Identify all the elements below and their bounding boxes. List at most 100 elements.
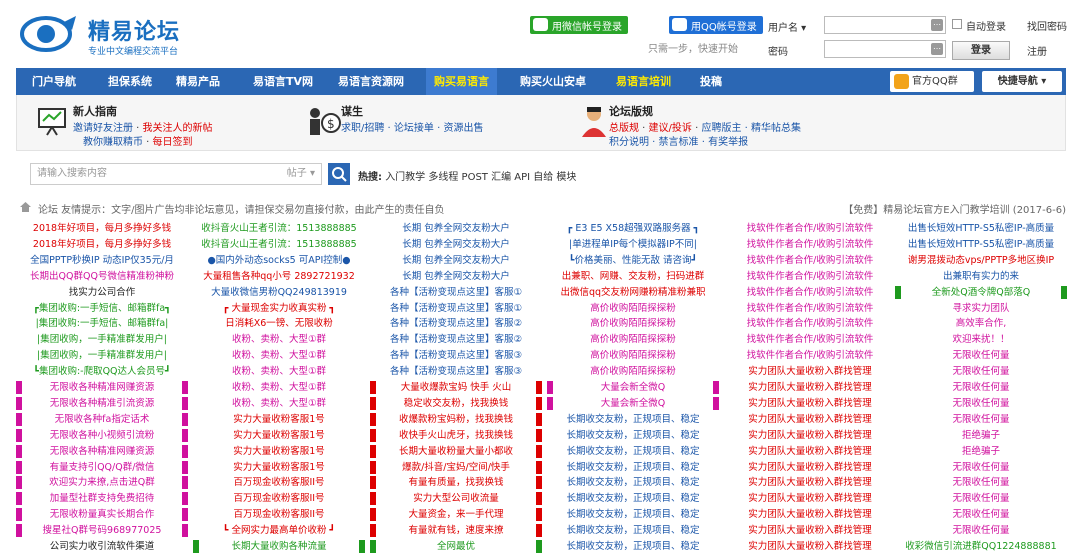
keyboard-icon[interactable]: ⋯ bbox=[931, 43, 943, 55]
ad-link[interactable]: 高价收购陌陌探探粉 bbox=[547, 302, 719, 315]
ad-link[interactable]: 大量会新全微Q bbox=[547, 381, 719, 394]
wechat-login-button[interactable]: 用微信帐号登录 bbox=[530, 16, 628, 34]
ad-link[interactable]: 出兼职有实力的来 bbox=[895, 270, 1067, 283]
ad-link[interactable]: 实力大量收粉客服1号 bbox=[193, 461, 365, 474]
ad-link[interactable]: 实力大量收粉客服1号 bbox=[193, 445, 365, 458]
ad-link[interactable]: 全网最优 bbox=[370, 540, 542, 553]
ad-link[interactable]: 长期 包养全网交友粉大户 bbox=[370, 270, 542, 283]
ad-link[interactable]: 百万现金收粉客服II号 bbox=[193, 492, 365, 505]
nav-submit[interactable]: 投稿 bbox=[700, 68, 722, 95]
nav-buy-huoshan[interactable]: 购买火山安卓 bbox=[520, 68, 586, 95]
ad-link[interactable]: 实力大型公司收流量 bbox=[370, 492, 542, 506]
ad-link[interactable]: ┗价格美丽、性能无敌 请咨询┛ bbox=[547, 254, 719, 267]
ad-link[interactable]: 长期大量收购各种流量 bbox=[193, 540, 365, 553]
ad-link[interactable]: 实力团队大量收粉入群找管理 bbox=[724, 508, 896, 521]
ad-link[interactable]: 无限收粉量真实长期合作 bbox=[16, 508, 188, 522]
ad-link[interactable]: 稳定收交友粉，找我换钱 bbox=[370, 396, 542, 410]
search-input[interactable]: 请输入搜索内容 帖子 ▾ bbox=[30, 163, 322, 185]
ad-link[interactable]: 无限收任何量 bbox=[895, 508, 1067, 521]
username-input[interactable]: ⋯ bbox=[824, 16, 946, 34]
ad-link[interactable]: 找实力公司合作 bbox=[16, 286, 188, 299]
ad-link[interactable]: 无限收各种fa指定话术 bbox=[16, 412, 188, 426]
ad-link[interactable]: 长期收交友粉，正规项目、稳定 bbox=[547, 508, 719, 521]
ad-link[interactable]: 找软件作者合作/收购引流软件 bbox=[724, 302, 896, 315]
ad-link[interactable]: 找软件作者合作/收购引流软件 bbox=[724, 222, 896, 235]
ad-link[interactable]: 长期收交友粉，正规项目、稳定 bbox=[547, 429, 719, 442]
quick-nav-dropdown[interactable]: 快捷导航 ▾ bbox=[982, 71, 1062, 92]
ad-link[interactable]: 加量型社群支持免费招待 bbox=[16, 492, 188, 506]
ad-link[interactable]: 无限收任何量 bbox=[895, 492, 1067, 505]
nav-portal[interactable]: 门户导航 bbox=[32, 68, 76, 95]
nav-tv[interactable]: 易语言TV网 bbox=[253, 68, 313, 95]
ad-link[interactable]: 长期收交友粉，正规项目、稳定 bbox=[547, 461, 719, 474]
ad-link[interactable]: 收粉、卖粉、大型①群 bbox=[193, 397, 365, 410]
ad-link[interactable]: 无限收各种小视频引流粉 bbox=[16, 428, 188, 442]
ad-link[interactable]: 大量资金，来一手代理 bbox=[370, 508, 542, 522]
ad-link[interactable]: 无限收任何量 bbox=[895, 524, 1067, 537]
ad-link[interactable]: 实力团队大量收粉入群找管理 bbox=[724, 461, 896, 474]
ad-link[interactable]: 欢迎实力来撩,点击进Q群 bbox=[16, 476, 188, 490]
ad-link[interactable]: 实力团队大量收粉入群找管理 bbox=[724, 524, 896, 537]
ad-link[interactable]: 收粉、卖粉、大型①群 bbox=[193, 381, 365, 394]
ad-link[interactable]: 收彩微信引流进群QQ1224888881 bbox=[895, 540, 1067, 553]
ad-link[interactable]: 长期 包养全网交友粉大户 bbox=[370, 238, 542, 251]
ad-link[interactable]: 高价收购陌陌探探粉 bbox=[547, 365, 719, 378]
earn-coins-link[interactable]: 教你赚取精币 bbox=[83, 137, 143, 148]
ad-link[interactable]: ┗集团收购:-爬取QQ达人会员号┛ bbox=[16, 365, 188, 378]
ad-link[interactable]: 无限收各种精准网赚资源 bbox=[16, 381, 188, 394]
ad-link[interactable]: 各种【活粉变现点这里】客服② bbox=[370, 317, 542, 330]
ad-link[interactable]: 搜星社Q群号码968977025 bbox=[16, 524, 188, 538]
training-announcement[interactable]: 【免费】精易论坛官方E入门教学培训 (2017-6-6) bbox=[843, 201, 1066, 216]
ad-link[interactable]: 百万现金收粉客服II号 bbox=[193, 476, 365, 489]
ad-link[interactable]: 百万现金收粉客服II号 bbox=[193, 508, 365, 521]
ad-link[interactable]: 收粉、卖粉、大型①群 bbox=[193, 349, 365, 362]
nav-buy-eyuyan[interactable]: 购买易语言 bbox=[426, 68, 497, 95]
find-password-link[interactable]: 找回密码 bbox=[1027, 18, 1067, 33]
ad-link[interactable]: 收粉、卖粉、大型①群 bbox=[193, 333, 365, 346]
ad-link[interactable]: 实力团队大量收粉入群找管理 bbox=[724, 540, 896, 553]
ad-link[interactable]: 拒绝骗子 bbox=[895, 445, 1067, 458]
ad-link[interactable]: 长期收交友粉，正规项目、稳定 bbox=[547, 524, 719, 537]
nav-escrow[interactable]: 担保系统 bbox=[108, 68, 152, 95]
ad-link[interactable]: ┏集团收购:一手短信、邮箱群fa┓ bbox=[16, 302, 188, 315]
ad-link[interactable]: |集团收购，一手精准群发用户| bbox=[16, 333, 188, 346]
home-icon[interactable] bbox=[20, 202, 31, 212]
ad-link[interactable]: 长期出QQ群QQ号微信精准粉神粉 bbox=[16, 270, 188, 283]
ad-link[interactable]: 找软件作者合作/收购引流软件 bbox=[724, 270, 896, 283]
ad-link[interactable]: 长期 包养全网交友粉大户 bbox=[370, 254, 542, 267]
ad-link[interactable]: 无限收任何量 bbox=[895, 476, 1067, 489]
ad-link[interactable]: 有量支持引QQ/Q群/微信 bbox=[16, 460, 188, 474]
login-button[interactable]: 登录 bbox=[952, 41, 1010, 60]
ad-link[interactable]: 实力团队大量收粉入群找管理 bbox=[724, 365, 896, 378]
ad-link[interactable]: 实力团队大量收粉入群找管理 bbox=[724, 429, 896, 442]
ad-link[interactable]: 出售长短效HTTP-S5私密IP-高质量 bbox=[895, 238, 1067, 251]
qq-login-button[interactable]: 用QQ帐号登录 bbox=[669, 16, 763, 34]
ad-link[interactable]: |集团收购:一手短信、邮箱群fa| bbox=[16, 317, 188, 330]
ad-link[interactable]: 寻求实力团队 bbox=[895, 302, 1067, 315]
official-qq-group[interactable]: 官方QQ群 bbox=[890, 71, 974, 92]
ad-link[interactable]: 长期收交友粉，正规项目、稳定 bbox=[547, 413, 719, 426]
ad-link[interactable]: 找软件作者合作/收购引流软件 bbox=[724, 333, 896, 346]
ad-link[interactable]: 找软件作者合作/收购引流软件 bbox=[724, 317, 896, 330]
ad-link[interactable]: 2018年好项目，每月多挣好多钱 bbox=[16, 222, 188, 235]
ad-link[interactable]: 无限收任何量 bbox=[895, 349, 1067, 362]
ad-link[interactable]: 拒绝骗子 bbox=[895, 429, 1067, 442]
ad-link[interactable]: 2018年好项目，每月多挣好多钱 bbox=[16, 238, 188, 251]
auto-login-checkbox[interactable] bbox=[952, 19, 962, 29]
rules-line2[interactable]: 积分说明 · 禁言标准 · 有奖举报 bbox=[609, 133, 748, 148]
ad-link[interactable]: 找软件作者合作/收购引流软件 bbox=[724, 349, 896, 362]
ad-link[interactable]: 各种【活粉变现点这里】客服① bbox=[370, 302, 542, 315]
ad-link[interactable]: 无限收任何量 bbox=[895, 381, 1067, 394]
ad-link[interactable]: 长期收交友粉，正规项目、稳定 bbox=[547, 540, 719, 553]
ad-link[interactable]: 长期 包养全网交友粉大户 bbox=[370, 222, 542, 235]
daily-signin-link[interactable]: 每日签到 bbox=[153, 137, 193, 148]
ad-link[interactable]: 无限收任何量 bbox=[895, 365, 1067, 378]
site-logo[interactable]: 精易论坛 专业中文编程交流平台 bbox=[20, 8, 200, 57]
ad-link[interactable]: ┏ E3 E5 X58超强双路服务器 ┓ bbox=[547, 222, 719, 235]
ad-link[interactable]: 公司实力收引流软件渠道 bbox=[16, 540, 188, 553]
ad-link[interactable]: 大量收微信男粉QQ249813919 bbox=[193, 286, 365, 299]
ad-link[interactable]: 日消耗X6一镑、无限收粉 bbox=[193, 317, 365, 330]
ad-link[interactable]: 无限收任何量 bbox=[895, 413, 1067, 426]
ad-link[interactable]: 大量收爆款宝妈 快手 火山 bbox=[370, 381, 542, 394]
nav-products[interactable]: 精易产品 bbox=[176, 68, 220, 95]
